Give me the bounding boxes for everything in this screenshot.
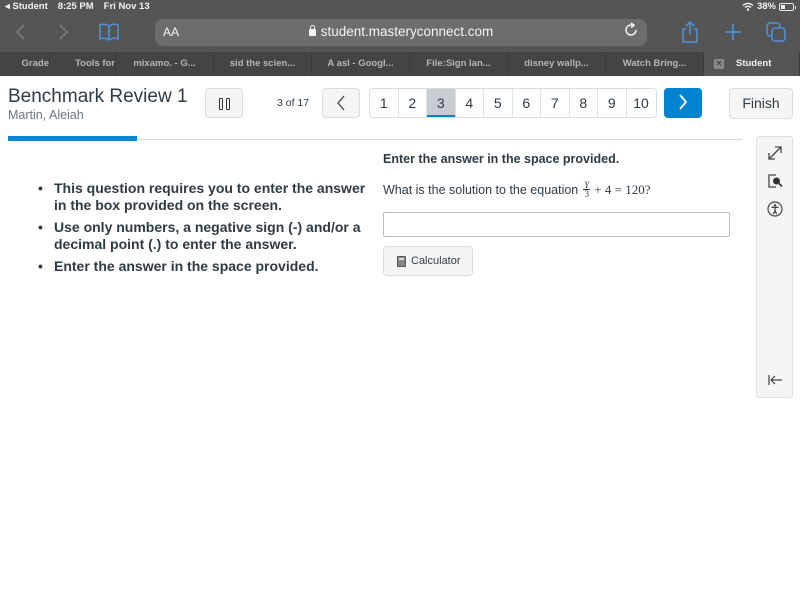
pause-button[interactable]: [205, 88, 243, 118]
status-date: Fri Nov 13: [103, 1, 150, 12]
question-heading: Enter the answer in the space provided.: [383, 152, 620, 166]
instruction-item: Enter the answer in the space provided.: [38, 258, 368, 275]
tab-label: mixamo. - G...: [133, 58, 196, 69]
question-text: What is the solution to the equation: [383, 182, 579, 197]
equation: Y 3 + 4 = 120?: [583, 181, 651, 199]
page-button-4[interactable]: 4: [456, 89, 484, 117]
tab-label: disney wallp...: [524, 58, 589, 69]
browser-toolbar: AA student.masteryconnect.com: [0, 16, 800, 50]
browser-tab[interactable]: File:Sign lan...: [410, 52, 508, 76]
reload-button[interactable]: [623, 22, 639, 42]
magnifier-button[interactable]: [765, 171, 785, 191]
page-button-6[interactable]: 6: [513, 89, 541, 117]
expand-button[interactable]: [765, 143, 785, 163]
equation-rest: + 4 = 120?: [594, 181, 651, 197]
browser-tab-active[interactable]: ✕ Student: [704, 52, 800, 76]
finish-button[interactable]: Finish: [729, 88, 793, 119]
assessment-title: Benchmark Review 1: [8, 86, 188, 107]
chevron-left-icon: [337, 95, 345, 111]
browser-tab[interactable]: A asl - Googl...: [312, 52, 410, 76]
page-button-2[interactable]: 2: [399, 89, 427, 117]
magnifier-icon: [768, 174, 783, 188]
new-tab-button[interactable]: [721, 20, 745, 44]
bookmarks-button[interactable]: [98, 22, 120, 42]
accessibility-icon: [767, 201, 783, 217]
browser-tab[interactable]: disney wallp...: [508, 52, 606, 76]
browser-tab[interactable]: sid the scien...: [214, 52, 312, 76]
book-icon: [99, 23, 119, 41]
tab-label: Tools for: [75, 58, 115, 69]
tab-label: sid the scien...: [229, 58, 296, 69]
address-bar[interactable]: AA student.masteryconnect.com: [155, 19, 647, 46]
battery-percent: 38%: [756, 1, 776, 12]
close-tab-icon[interactable]: ✕: [714, 59, 724, 69]
tab-label: Student: [736, 58, 772, 69]
lock-icon: [308, 25, 316, 36]
tool-rail: [756, 136, 793, 398]
url-text[interactable]: student.masteryconnect.com: [321, 24, 494, 39]
question-pager: 1 2 3 4 5 6 7 8 9 10: [369, 88, 657, 118]
instructions-list: This question requires you to enter the …: [38, 180, 368, 280]
answer-input[interactable]: [383, 212, 730, 237]
browser-tab[interactable]: Watch Bring...: [606, 52, 704, 76]
page-button-3[interactable]: 3: [427, 89, 456, 117]
tab-label: Grade: [21, 58, 49, 69]
chevron-right-icon: [679, 94, 688, 110]
page-button-9[interactable]: 9: [598, 89, 627, 117]
fraction-denominator: 3: [584, 189, 590, 199]
chevron-right-icon: [59, 24, 69, 40]
page-button-10[interactable]: 10: [627, 89, 656, 117]
tab-label: File:Sign lan...: [426, 58, 491, 69]
status-bar: ◂ Student 8:25 PM Fri Nov 13 38%: [0, 0, 800, 14]
battery-icon: [779, 2, 796, 11]
tabs-overview-button[interactable]: [764, 20, 788, 44]
page-button-7[interactable]: 7: [541, 89, 570, 117]
chevron-left-icon: [15, 24, 25, 40]
calculator-button[interactable]: Calculator: [383, 246, 473, 276]
back-button[interactable]: [10, 21, 32, 43]
browser-chrome: ◂ Student 8:25 PM Fri Nov 13 38% AA stud…: [0, 0, 800, 76]
forward-button[interactable]: [52, 21, 74, 43]
tab-label: Watch Bring...: [622, 58, 687, 69]
status-time: 8:25 PM: [57, 1, 94, 12]
collapse-left-icon: [768, 375, 782, 385]
page-button-5[interactable]: 5: [484, 89, 513, 117]
page-button-8[interactable]: 8: [570, 89, 598, 117]
battery-level: [781, 4, 786, 9]
tab-label: A asl - Googl...: [327, 58, 394, 69]
instruction-item: This question requires you to enter the …: [38, 180, 368, 214]
question-counter: 3 of 17: [277, 97, 310, 109]
share-icon: [682, 20, 698, 43]
fraction: Y 3: [583, 181, 591, 199]
student-name: Martin, Aleiah: [8, 108, 84, 122]
expand-icon: [768, 146, 782, 160]
previous-question-button[interactable]: [322, 88, 360, 118]
page-button-1[interactable]: 1: [370, 89, 399, 117]
instruction-item: Use only numbers, a negative sign (-) an…: [38, 219, 368, 253]
browser-tab[interactable]: mixamo. - G...: [116, 52, 214, 76]
accessibility-button[interactable]: [765, 199, 785, 219]
browser-tab-bar: Grade Tools for mixamo. - G... sid the s…: [0, 52, 800, 76]
next-question-button[interactable]: [664, 88, 702, 118]
back-to-app[interactable]: ◂ Student: [5, 1, 48, 12]
browser-tab[interactable]: Grade: [0, 52, 50, 76]
reload-icon: [625, 22, 637, 36]
collapse-panel-button[interactable]: [765, 370, 785, 390]
progress-bar: [8, 136, 138, 141]
browser-tab[interactable]: Tools for: [50, 52, 116, 76]
tabs-icon: [766, 22, 786, 42]
plus-icon: [725, 24, 741, 40]
question-prompt: What is the solution to the equation Y 3…: [383, 181, 651, 199]
calculator-icon: [397, 256, 406, 267]
share-button[interactable]: [678, 20, 702, 44]
calculator-label: Calculator: [411, 255, 461, 267]
wifi-icon: [742, 2, 754, 11]
